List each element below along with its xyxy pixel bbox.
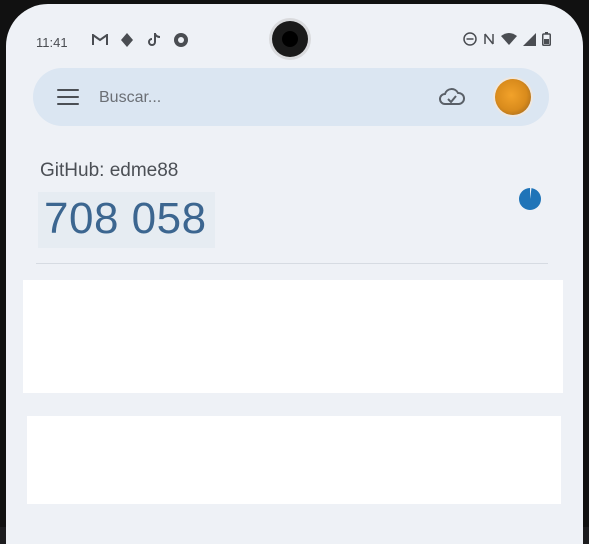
cloud-sync-icon[interactable]	[438, 85, 466, 109]
nfc-icon	[483, 32, 495, 46]
account-label: GitHub: edme88	[40, 160, 179, 181]
status-right-icons	[463, 32, 551, 46]
gmail-icon	[92, 32, 108, 48]
wifi-icon	[501, 32, 517, 46]
divider	[36, 263, 548, 264]
search-bar[interactable]: Buscar...	[33, 68, 549, 126]
account-entry[interactable]: GitHub: edme88 708 058	[6, 152, 583, 270]
phone-frame: 11:41 Buscar... GitHub: edme88 708 058	[0, 0, 589, 544]
battery-icon	[542, 32, 551, 46]
timer-icon	[519, 187, 541, 210]
avatar[interactable]	[495, 79, 531, 115]
redacted-area	[27, 416, 561, 504]
search-input[interactable]: Buscar...	[99, 89, 161, 107]
notification-icon	[173, 32, 189, 48]
signal-icon	[523, 32, 536, 46]
status-bar: 11:41	[6, 4, 583, 70]
pokemon-go-icon	[119, 32, 135, 48]
status-left-icons	[92, 32, 189, 48]
redacted-area	[23, 280, 563, 393]
dnd-icon	[463, 32, 477, 46]
screen: 11:41 Buscar... GitHub: edme88 708 058	[6, 4, 583, 544]
front-camera	[272, 21, 308, 57]
status-time: 11:41	[36, 35, 68, 50]
menu-icon[interactable]	[57, 89, 79, 105]
otp-code[interactable]: 708 058	[38, 192, 215, 248]
tiktok-icon	[146, 32, 162, 48]
